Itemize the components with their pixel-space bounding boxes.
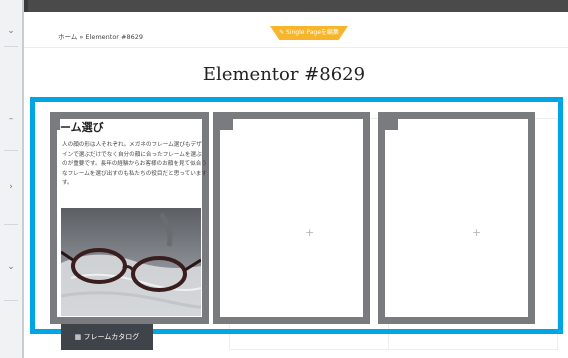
site-header-bar (24, 0, 568, 12)
frame-catalog-label: フレームカタログ (83, 333, 140, 341)
panel-divider (4, 150, 18, 151)
column-handle[interactable] (213, 112, 233, 130)
panel-divider (4, 224, 18, 225)
add-widget-icon[interactable]: + (472, 226, 481, 239)
edit-single-page-tab[interactable]: ✎ Single Pageを編集 (270, 26, 348, 40)
column-2[interactable] (213, 112, 370, 324)
glasses-photo (61, 208, 201, 316)
panel-divider (4, 300, 18, 301)
minus-icon[interactable]: – (0, 110, 22, 128)
panel-divider (4, 46, 18, 47)
editor-side-panel: ⌄ – › ⌄ (0, 0, 23, 358)
column-heading: ーム選び (60, 119, 110, 135)
chevron-right-icon[interactable]: › (0, 178, 22, 196)
column-handle[interactable] (378, 112, 398, 130)
breadcrumb[interactable]: ホーム » Elementor #8629 (58, 31, 143, 41)
frame-catalog-button[interactable]: ▦ フレームカタログ (61, 324, 153, 350)
chevron-down-icon[interactable]: ⌄ (0, 22, 22, 40)
panel-resize-handle[interactable] (22, 0, 24, 358)
grid-icon: ▦ (74, 333, 84, 341)
column-3[interactable] (378, 112, 535, 324)
breadcrumb-divider (24, 47, 568, 48)
header-edge (24, 0, 28, 12)
page-title: Elementor #8629 (202, 64, 366, 85)
add-widget-icon[interactable]: + (305, 226, 314, 239)
chevron-down-icon[interactable]: ⌄ (0, 258, 22, 276)
column-text: 人の顔の形は人それぞれ。メガネのフレーム選びもデザ インで選ぶだけでなく自分の顔… (62, 142, 207, 187)
